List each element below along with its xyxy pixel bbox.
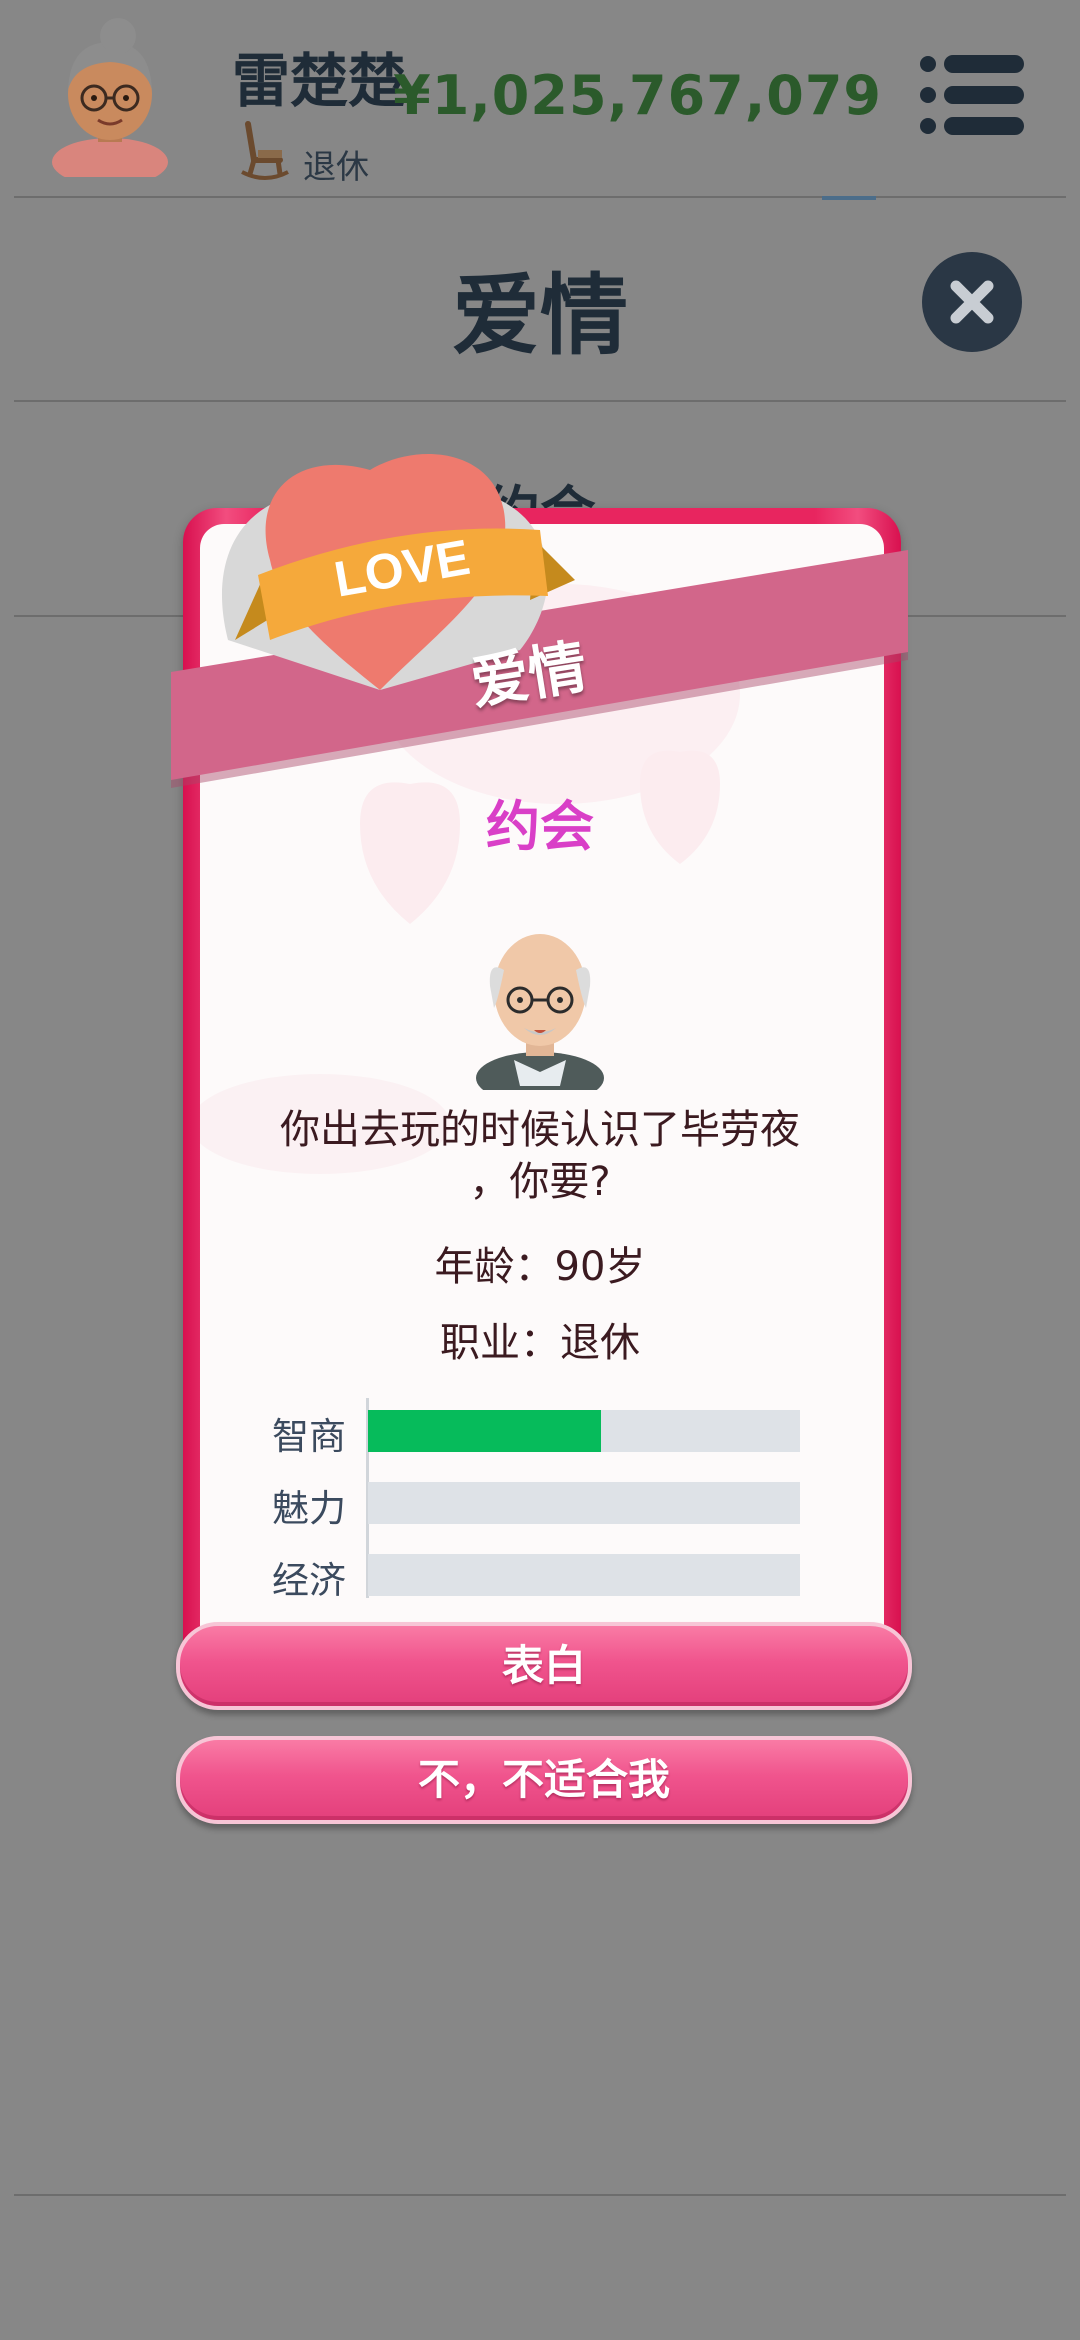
rocking-chair-icon xyxy=(241,121,289,180)
npc-age: 年龄：90岁 xyxy=(434,1244,646,1290)
top-bar: 雷楚楚 退休 ¥1,025,767,079 xyxy=(0,0,1080,195)
stat-label-intelligence: 智商 xyxy=(272,1415,346,1458)
old-man-portrait-icon xyxy=(476,934,604,1090)
player-name: 雷楚楚 xyxy=(232,47,407,115)
event-question-line2: ，你要? xyxy=(469,1159,611,1205)
event-title: 约会 xyxy=(486,795,594,858)
decline-button[interactable]: 不，不适合我 xyxy=(176,1736,912,1824)
event-question-line1: 你出去玩的时候认识了毕劳夜 xyxy=(280,1107,800,1153)
page-title: 爱情 xyxy=(451,264,628,367)
stat-bar-intelligence xyxy=(368,1410,800,1452)
banner-title: 爱情 xyxy=(466,632,592,718)
confess-button[interactable]: 表白 xyxy=(176,1622,912,1710)
tab-indicator xyxy=(822,196,876,200)
stat-label-charm: 魅力 xyxy=(272,1487,346,1530)
bottom-divider xyxy=(14,2194,1066,2196)
close-button[interactable] xyxy=(922,252,1022,352)
header-divider xyxy=(14,196,1066,198)
title-divider xyxy=(14,400,1066,402)
menu-list-icon[interactable] xyxy=(918,54,1026,136)
stat-bar-economy xyxy=(368,1554,800,1596)
npc-job: 职业：退休 xyxy=(440,1320,640,1366)
old-woman-avatar-icon[interactable] xyxy=(40,12,180,177)
job-label: 退休 xyxy=(303,147,369,186)
money-display: ¥1,025,767,079 xyxy=(393,64,882,127)
stat-fill-intelligence xyxy=(368,1410,602,1452)
event-question: 你出去玩的时候认识了毕劳夜 ，你要? xyxy=(250,1104,830,1208)
close-icon xyxy=(950,280,994,324)
stat-label-economy: 经济 xyxy=(272,1559,346,1602)
stat-bar-charm xyxy=(368,1482,800,1524)
